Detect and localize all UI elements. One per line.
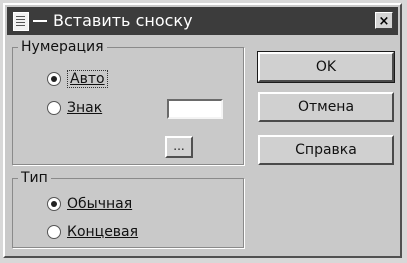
footnote-radio[interactable] <box>47 197 61 211</box>
auto-radio[interactable] <box>47 72 61 86</box>
help-button[interactable]: Справка <box>258 135 394 165</box>
symbol-radio[interactable] <box>47 101 61 115</box>
close-button[interactable]: × <box>375 12 393 29</box>
symbol-label: Знак <box>67 100 103 116</box>
footnote-radio-option[interactable]: Обычная <box>47 196 132 212</box>
ok-button[interactable]: OK <box>257 51 395 83</box>
type-legend: Тип <box>18 169 51 187</box>
footnote-icon <box>33 20 47 22</box>
title-bar[interactable]: Вставить сноску × <box>7 7 398 35</box>
cancel-button[interactable]: Отмена <box>258 92 394 122</box>
symbol-input[interactable] <box>167 99 223 119</box>
window-title: Вставить сноску <box>53 11 193 30</box>
endnote-radio-option[interactable]: Концевая <box>47 224 138 240</box>
symbol-radio-option[interactable]: Знак <box>47 100 102 116</box>
auto-radio-option[interactable]: Авто <box>47 70 108 88</box>
numbering-legend: Нумерация <box>18 38 107 56</box>
symbol-picker-button[interactable]: ... <box>165 136 193 158</box>
insert-footnote-dialog: Вставить сноску × Нумерация Авто Знак ..… <box>3 3 402 258</box>
footnote-label: Обычная <box>67 196 133 212</box>
document-icon <box>13 12 29 31</box>
endnote-radio[interactable] <box>47 225 61 239</box>
endnote-label: Концевая <box>67 224 139 240</box>
auto-label: Авто <box>67 70 108 88</box>
